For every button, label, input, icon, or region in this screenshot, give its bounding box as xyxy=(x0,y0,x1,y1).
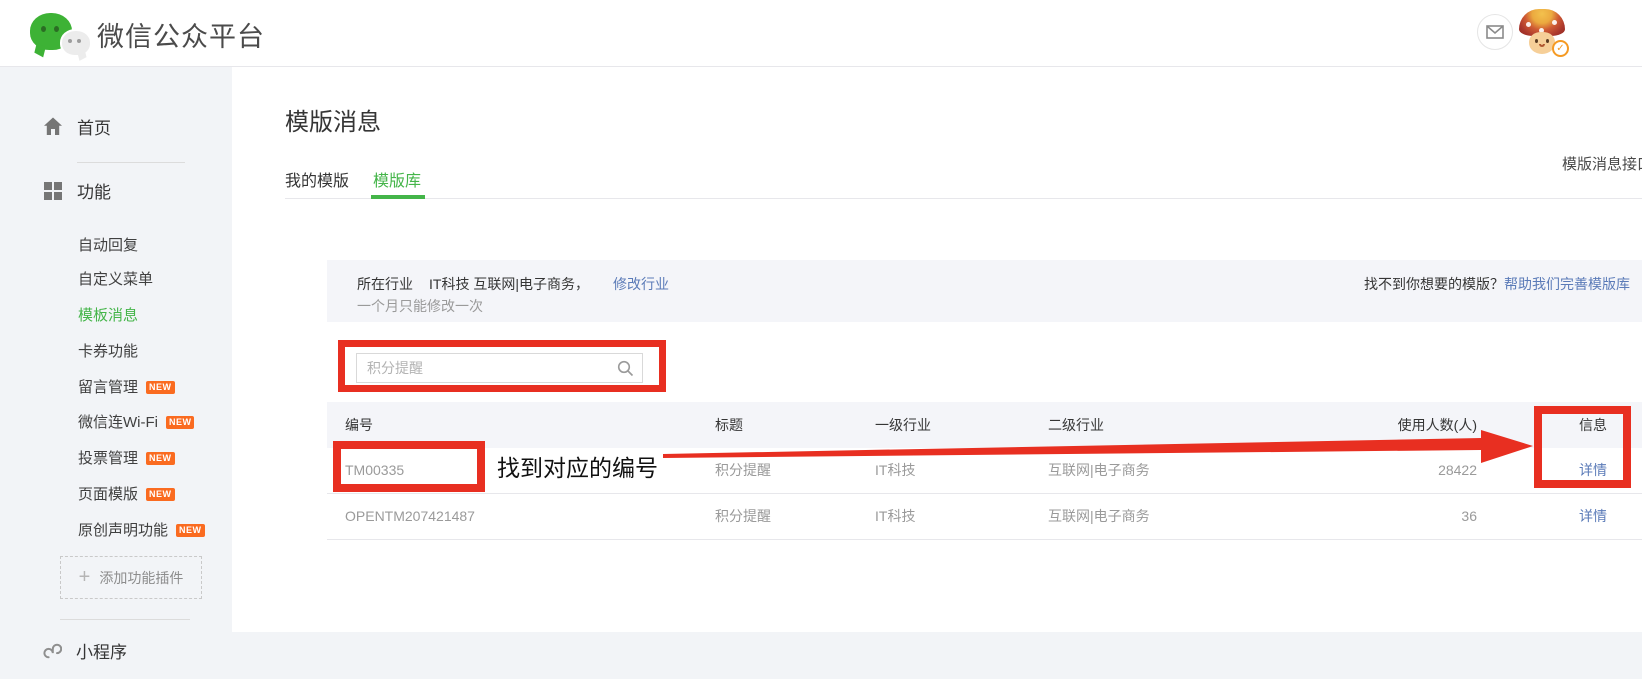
new-badge: NEW xyxy=(166,416,195,429)
sidebar-item-auto-reply[interactable]: 自动回复 xyxy=(78,234,138,255)
new-badge: NEW xyxy=(146,452,175,465)
detail-link[interactable]: 详情 xyxy=(1557,494,1629,539)
template-message-api-link[interactable]: 模版消息接口 xyxy=(1562,153,1642,174)
cell-title: 积分提醒 xyxy=(715,494,771,539)
verified-check-badge: ✓ xyxy=(1552,40,1569,57)
industry-value: IT科技 互联网|电子商务， xyxy=(429,276,589,292)
sidebar-item-comment-management[interactable]: 留言管理NEW xyxy=(78,376,175,397)
cell-title: 积分提醒 xyxy=(715,448,771,493)
sidebar-item-features[interactable]: 功能 xyxy=(43,178,111,203)
annotation-box-search xyxy=(338,340,666,392)
sidebar-item-card-coupon[interactable]: 卡券功能 xyxy=(78,340,138,361)
edit-industry-link[interactable]: 修改行业 xyxy=(613,276,669,292)
cell-users: 28422 xyxy=(1438,448,1477,493)
tab-my-templates[interactable]: 我的模版 xyxy=(285,167,349,191)
add-plugin-button[interactable]: + 添加功能插件 xyxy=(60,556,202,599)
annotation-box-info-column xyxy=(1534,406,1631,488)
industry-info-bar: 所在行业 IT科技 互联网|电子商务， 修改行业 一个月只能修改一次 找不到你想要的… xyxy=(327,260,1642,322)
app-title: 微信公众平台 xyxy=(97,15,265,54)
sidebar-item-vote-management[interactable]: 投票管理NEW xyxy=(78,447,175,468)
sidebar-item-page-template[interactable]: 页面模版NEW xyxy=(78,483,175,504)
header-industry2: 二级行业 xyxy=(1048,402,1104,448)
sidebar-features-label: 功能 xyxy=(77,178,111,203)
cell-industry2: 互联网|电子商务 xyxy=(1048,448,1150,493)
header-users: 使用人数(人) xyxy=(1398,402,1477,448)
tab-template-library[interactable]: 模版库 xyxy=(373,167,421,191)
sidebar-divider xyxy=(60,619,190,620)
help-question-text: 找不到你想要的模版？ xyxy=(1364,276,1504,292)
cell-industry1: IT科技 xyxy=(875,494,915,539)
new-badge: NEW xyxy=(176,524,205,537)
industry-label: 所在行业 xyxy=(357,276,413,292)
annotation-note-text: 找到对应的编号 xyxy=(497,449,658,483)
new-badge: NEW xyxy=(146,381,175,394)
page-title: 模版消息 xyxy=(285,102,381,137)
topbar: 微信公众平台 ✓ xyxy=(0,0,1642,67)
wechat-logo-icon xyxy=(30,12,92,56)
plus-icon: + xyxy=(79,566,91,589)
sidebar-item-mini-program[interactable]: 小程序 xyxy=(42,638,127,663)
cell-template-id: OPENTM207421487 xyxy=(345,494,475,539)
industry-note: 一个月只能修改一次 xyxy=(357,296,483,316)
grid-icon xyxy=(43,181,63,201)
header-industry1: 一级行业 xyxy=(875,402,931,448)
mini-program-label: 小程序 xyxy=(76,638,127,663)
sidebar-item-custom-menu[interactable]: 自定义菜单 xyxy=(78,268,153,289)
sidebar-home-label: 首页 xyxy=(77,114,111,139)
tab-divider xyxy=(285,198,1642,199)
new-badge: NEW xyxy=(146,488,175,501)
avatar[interactable]: ✓ xyxy=(1518,8,1566,56)
annotation-box-template-id xyxy=(333,441,485,492)
sidebar-item-template-message[interactable]: 模板消息 xyxy=(78,304,138,325)
sidebar-divider xyxy=(77,162,185,163)
table-row: OPENTM207421487 积分提醒 IT科技 互联网|电子商务 36 详情 xyxy=(327,494,1642,540)
table-header-row: 编号 标题 一级行业 二级行业 使用人数(人) 信息 xyxy=(327,402,1642,448)
envelope-icon xyxy=(1486,25,1504,39)
mini-program-icon xyxy=(42,641,62,661)
sidebar-item-original-statement[interactable]: 原创声明功能NEW xyxy=(78,519,205,540)
active-tab-underline xyxy=(371,195,425,199)
cell-industry2: 互联网|电子商务 xyxy=(1048,494,1150,539)
screen: 微信公众平台 ✓ 首页 功能 自动回复 自定义菜单 xyxy=(0,0,1642,679)
header-title: 标题 xyxy=(715,402,743,448)
mail-button[interactable] xyxy=(1477,14,1513,50)
add-plugin-label: 添加功能插件 xyxy=(99,568,183,588)
avatar-mushroom-face xyxy=(1529,32,1555,54)
cell-users: 36 xyxy=(1461,494,1477,539)
sidebar-item-home[interactable]: 首页 xyxy=(43,114,111,139)
improve-library-link[interactable]: 帮助我们完善模版库 xyxy=(1504,276,1630,292)
sidebar-item-wifi[interactable]: 微信连Wi-FiNEW xyxy=(78,411,194,432)
home-icon xyxy=(43,117,63,137)
cell-industry1: IT科技 xyxy=(875,448,915,493)
